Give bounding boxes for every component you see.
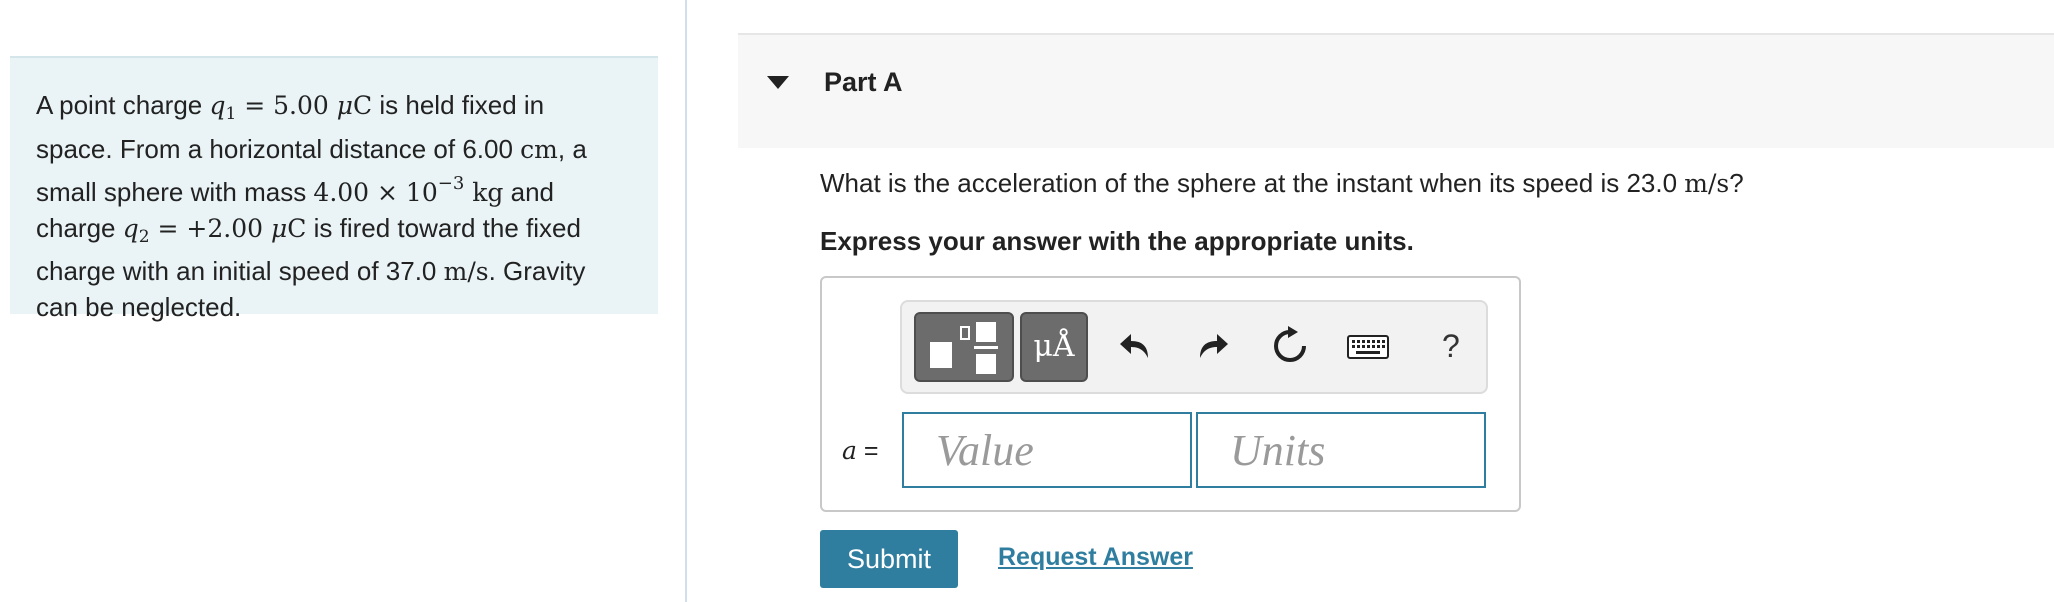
column-divider [685,0,687,602]
redo-icon[interactable] [1192,326,1232,366]
value-input[interactable] [902,412,1192,488]
reset-icon[interactable] [1270,326,1310,366]
problem-line-2: space. From a horizontal distance of 6.0… [36,133,587,164]
problem-line-1: A point charge q1 = 5.00 μC is held fixe… [36,90,545,124]
variable-label: a = [842,436,879,465]
symbols-button[interactable]: μÅ [1020,312,1088,382]
answer-box: μÅ ? a = [820,276,1521,512]
part-title: Part A [824,67,903,97]
math-toolbar: μÅ ? [900,300,1488,394]
problem-line-3: small sphere with mass 4.00 × 10−3 kg an… [36,173,555,207]
submit-button[interactable]: Submit [820,530,958,588]
problem-line-4: charge q2 = +2.00 μC is fired toward the… [36,212,581,247]
undo-icon[interactable] [1116,326,1156,366]
help-button[interactable]: ? [1442,328,1460,365]
units-input[interactable] [1196,412,1486,488]
problem-line-5: charge with an initial speed of 37.0 m/s… [36,256,586,286]
request-answer-link[interactable]: Request Answer [998,543,1193,572]
collapse-caret-icon[interactable] [767,76,789,89]
part-header[interactable]: Part A [738,33,2054,148]
problem-statement: A point charge q1 = 5.00 μC is held fixe… [10,56,658,322]
answer-instruction: Express your answer with the appropriate… [820,226,1414,256]
keyboard-icon[interactable] [1346,326,1390,366]
templates-button[interactable] [914,312,1014,382]
problem-line-6: can be neglected. [36,291,242,322]
question-text: What is the acceleration of the sphere a… [820,168,1744,198]
